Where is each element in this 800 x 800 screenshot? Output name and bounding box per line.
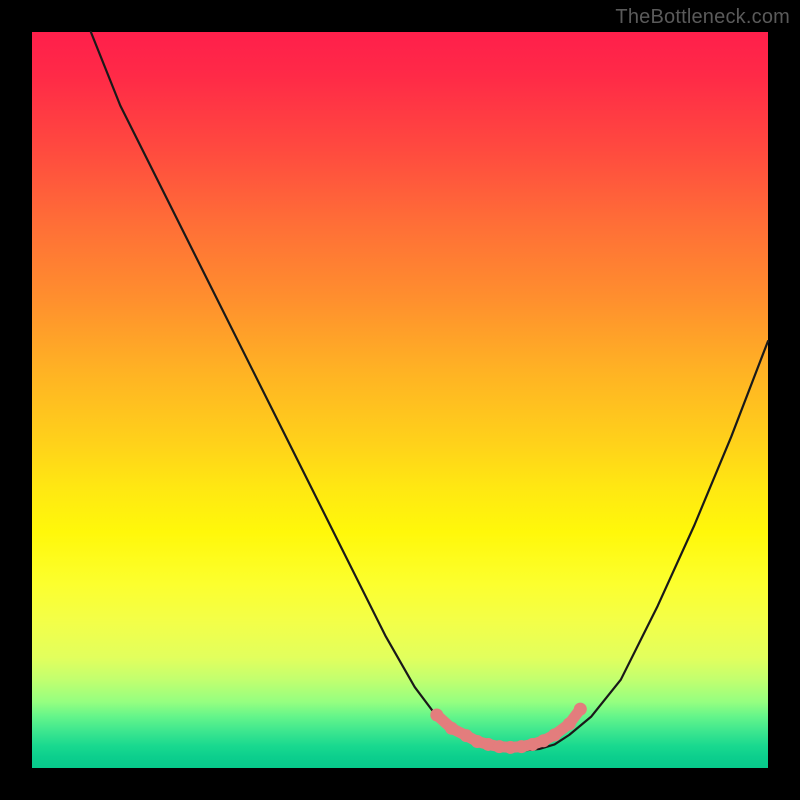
marker-dot (574, 703, 587, 716)
marker-dot (493, 740, 506, 753)
marker-dot (445, 722, 458, 735)
marker-dot (548, 728, 561, 741)
marker-dot (430, 709, 443, 722)
marker-dot (526, 738, 539, 751)
marker-dot (482, 738, 495, 751)
attribution-label: TheBottleneck.com (615, 6, 790, 29)
marker-dot (471, 735, 484, 748)
marker-dot (460, 729, 473, 742)
bottleneck-curve (91, 32, 768, 750)
marker-dot (563, 717, 576, 730)
marker-dot (537, 734, 550, 747)
marker-dot (515, 740, 528, 753)
chart-frame: TheBottleneck.com (0, 0, 800, 800)
marker-dot (504, 741, 517, 754)
chart-svg (32, 32, 768, 768)
plot-area (32, 32, 768, 768)
